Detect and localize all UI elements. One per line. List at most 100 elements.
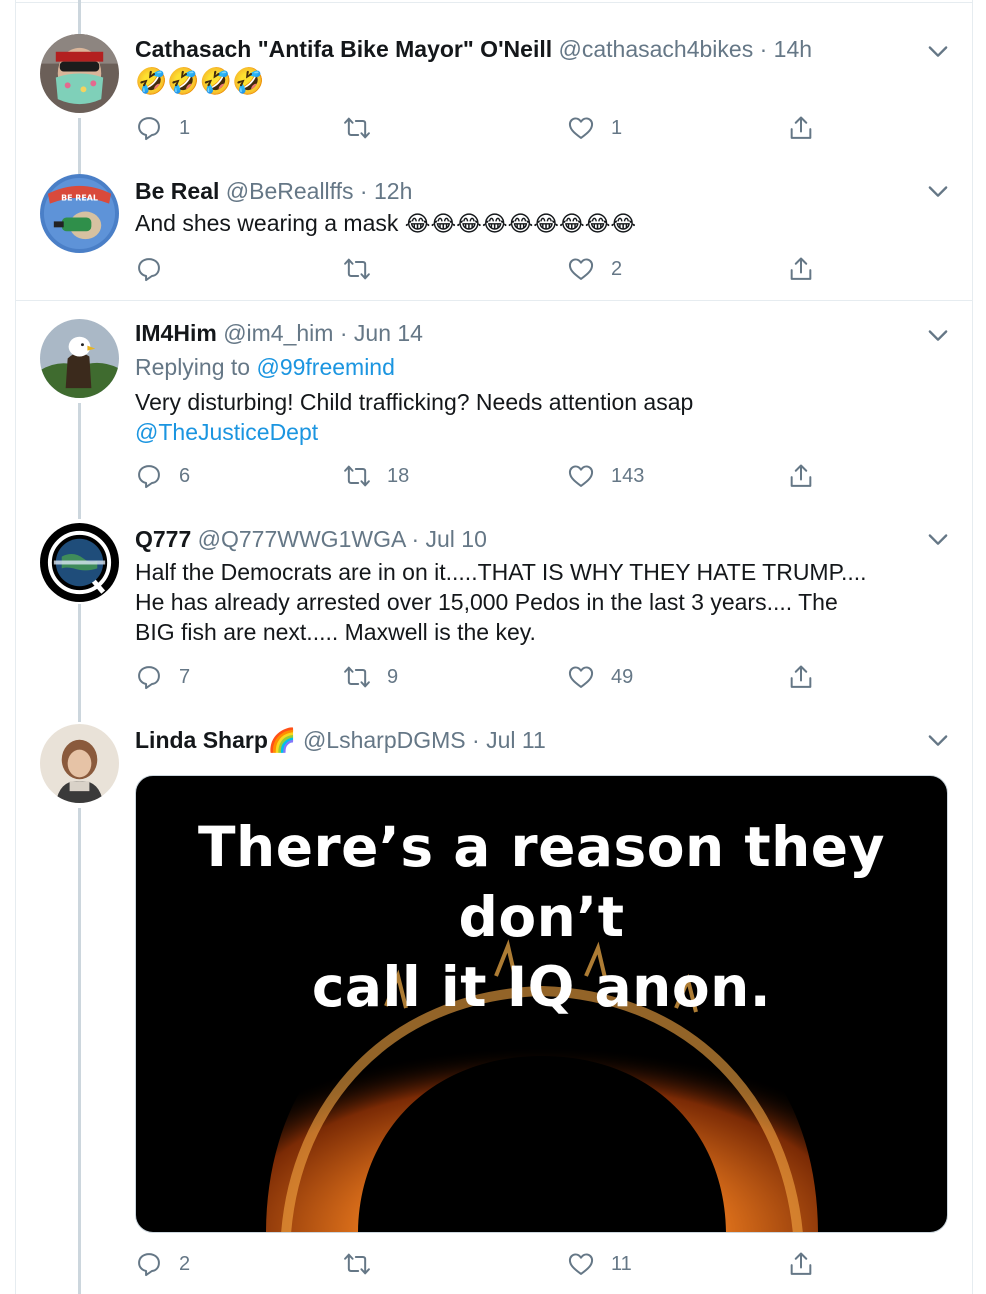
tweet-actions: 7 9 49 bbox=[135, 661, 825, 693]
reply-count: 7 bbox=[179, 665, 191, 688]
share-icon bbox=[790, 1252, 812, 1275]
retweet-button[interactable] bbox=[343, 253, 387, 285]
user-handle[interactable]: @im4_him bbox=[223, 320, 333, 346]
user-handle[interactable]: @LsharpDGMS bbox=[303, 727, 466, 753]
retweet-button[interactable]: 9 bbox=[343, 661, 398, 693]
tweet-text: Half the Democrats are in on it.....THAT… bbox=[135, 557, 934, 647]
share-icon bbox=[790, 257, 812, 280]
reply-button[interactable] bbox=[135, 253, 179, 285]
replying-to: Replying to @99freemind bbox=[135, 352, 934, 382]
tweet[interactable]: Q777 @Q777WWG1WGA · Jul 10 Half the Demo… bbox=[16, 515, 974, 715]
share-button[interactable] bbox=[787, 661, 815, 693]
avatar[interactable] bbox=[40, 319, 119, 398]
like-icon bbox=[568, 1253, 594, 1275]
reply-count: 1 bbox=[179, 116, 191, 139]
reply-button[interactable]: 7 bbox=[135, 661, 190, 693]
display-name[interactable]: IM4Him bbox=[135, 320, 217, 346]
rainbow-emoji: 🌈 bbox=[267, 727, 297, 753]
media-caption: There’s a reason they don’t call it IQ a… bbox=[136, 812, 947, 1022]
timestamp[interactable]: Jul 11 bbox=[486, 727, 546, 753]
user-handle[interactable]: @BeReallffs bbox=[226, 178, 354, 204]
chevron-down-icon[interactable] bbox=[924, 321, 952, 349]
like-button[interactable]: 49 bbox=[567, 661, 633, 693]
timestamp[interactable]: Jul 10 bbox=[426, 526, 487, 552]
retweet-icon bbox=[344, 465, 370, 487]
avatar[interactable] bbox=[40, 523, 119, 602]
like-icon bbox=[568, 117, 594, 139]
timestamp[interactable]: 12h bbox=[374, 178, 412, 204]
reply-icon bbox=[138, 117, 160, 141]
like-button[interactable]: 1 bbox=[567, 112, 622, 144]
tweet-body: Very disturbing! Child trafficking? Need… bbox=[135, 389, 694, 415]
chevron-down-icon[interactable] bbox=[924, 177, 952, 205]
tweet[interactable]: Linda Sharp🌈 @LsharpDGMS · Jul 11 There’… bbox=[16, 715, 974, 1294]
retweet-count: 9 bbox=[387, 665, 399, 688]
tweet[interactable]: BE REAL Be Real @BeReallffs · 12h And sh… bbox=[16, 160, 974, 300]
separator: · bbox=[411, 526, 420, 552]
tweet[interactable]: IM4Him @im4_him · Jun 14 Replying to @99… bbox=[16, 301, 974, 515]
tweet-actions: 1 1 bbox=[135, 112, 825, 144]
tweet-text: And shes wearing a mask 😂😂😂😂😂😂😂😂😂 bbox=[135, 208, 934, 239]
like-count: 11 bbox=[611, 1252, 632, 1275]
avatar[interactable] bbox=[40, 34, 119, 113]
like-count: 1 bbox=[611, 116, 623, 139]
share-button[interactable] bbox=[787, 253, 815, 285]
share-button[interactable] bbox=[787, 112, 815, 144]
reply-mention-link[interactable]: @99freemind bbox=[256, 354, 394, 380]
reply-count: 2 bbox=[179, 1252, 191, 1275]
display-name[interactable]: Q777 bbox=[135, 526, 191, 552]
timestamp[interactable]: 14h bbox=[774, 36, 812, 62]
separator: · bbox=[759, 36, 768, 62]
chevron-down-icon[interactable] bbox=[924, 726, 952, 754]
reply-count: 6 bbox=[179, 464, 191, 487]
chevron-down-icon[interactable] bbox=[924, 37, 952, 65]
separator: · bbox=[339, 320, 348, 346]
share-icon bbox=[790, 464, 812, 487]
retweet-button[interactable]: 18 bbox=[343, 460, 409, 492]
retweet-icon bbox=[344, 666, 370, 688]
reply-button[interactable]: 2 bbox=[135, 1248, 190, 1280]
retweet-icon bbox=[344, 258, 370, 280]
timeline-column: Cathasach "Antifa Bike Mayor" O'Neill @c… bbox=[15, 0, 973, 1294]
retweet-button[interactable] bbox=[343, 1248, 387, 1280]
mention-link[interactable]: @TheJusticeDept bbox=[135, 417, 934, 447]
user-handle[interactable]: @cathasach4bikes bbox=[559, 36, 754, 62]
display-name[interactable]: Linda Sharp bbox=[135, 727, 268, 753]
tweet-line: BIG fish are next..... Maxwell is the ke… bbox=[135, 619, 536, 645]
user-handle[interactable]: @Q777WWG1WGA bbox=[198, 526, 405, 552]
replying-label: Replying to bbox=[135, 354, 251, 380]
emoji-text: 🤣🤣🤣🤣 bbox=[135, 66, 265, 96]
reply-icon bbox=[138, 258, 160, 282]
chevron-down-icon[interactable] bbox=[924, 525, 952, 553]
tweet-line: He has already arrested over 15,000 Pedo… bbox=[135, 589, 838, 615]
display-name[interactable]: Cathasach "Antifa Bike Mayor" O'Neill bbox=[135, 36, 552, 62]
reply-icon bbox=[138, 666, 160, 690]
retweet-button[interactable] bbox=[343, 112, 387, 144]
like-icon bbox=[568, 258, 594, 280]
tweet-header: Cathasach "Antifa Bike Mayor" O'Neill @c… bbox=[135, 34, 904, 64]
share-button[interactable] bbox=[787, 1248, 815, 1280]
tweet-media-image[interactable]: There’s a reason they don’t call it IQ a… bbox=[135, 775, 948, 1233]
avatar[interactable] bbox=[40, 724, 119, 803]
timestamp[interactable]: Jun 14 bbox=[354, 320, 423, 346]
like-button[interactable]: 143 bbox=[567, 460, 644, 492]
reply-icon bbox=[138, 1253, 160, 1277]
tweet-header: Be Real @BeReallffs · 12h bbox=[135, 176, 904, 206]
tweet-actions: 2 bbox=[135, 253, 825, 285]
like-button[interactable]: 11 bbox=[567, 1248, 632, 1280]
tweet[interactable]: Cathasach "Antifa Bike Mayor" O'Neill @c… bbox=[16, 0, 974, 160]
like-button[interactable]: 2 bbox=[567, 253, 622, 285]
share-button[interactable] bbox=[787, 460, 815, 492]
tweet-header: IM4Him @im4_him · Jun 14 bbox=[135, 318, 904, 348]
tweet-header: Linda Sharp🌈 @LsharpDGMS · Jul 11 bbox=[135, 725, 904, 755]
tweet-actions: 2 11 bbox=[135, 1248, 825, 1280]
reply-button[interactable]: 1 bbox=[135, 112, 190, 144]
avatar[interactable]: BE REAL bbox=[40, 174, 119, 253]
media-caption-line: call it IQ anon. bbox=[311, 955, 772, 1019]
reply-button[interactable]: 6 bbox=[135, 460, 190, 492]
retweet-icon bbox=[344, 117, 370, 139]
tweet-text: Very disturbing! Child trafficking? Need… bbox=[135, 387, 934, 447]
share-icon bbox=[790, 665, 812, 688]
display-name[interactable]: Be Real bbox=[135, 178, 219, 204]
tweet-body: And shes wearing a mask bbox=[135, 210, 399, 236]
